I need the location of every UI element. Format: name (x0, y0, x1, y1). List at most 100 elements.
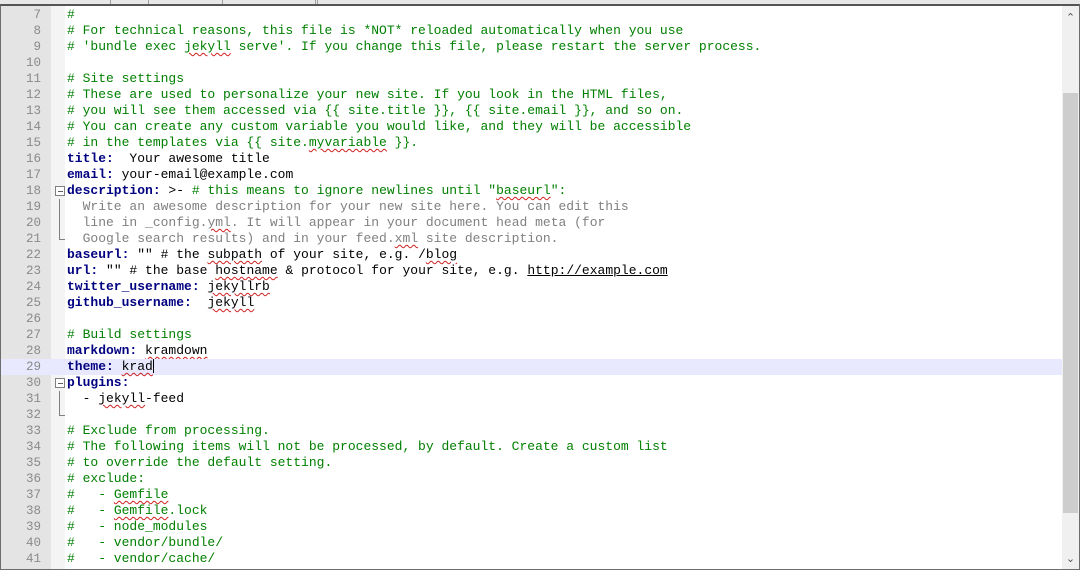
code-line[interactable]: 23 url: "" # the base hostname & protocol… (1, 263, 1065, 279)
code-line[interactable]: 39 # - node_modules (1, 519, 1065, 535)
code-line[interactable]: 41 # - vendor/cache/ (1, 551, 1065, 567)
code-token: of your site, e.g. / (262, 247, 426, 262)
code-line[interactable]: 37 # - Gemfile (1, 487, 1065, 503)
line-number: 18 (25, 184, 41, 198)
code-line[interactable]: 21 Google search results) and in your fe… (1, 231, 1065, 247)
code-line[interactable]: 33 # Exclude from processing. (1, 423, 1065, 439)
code-token: .lock (168, 503, 208, 518)
line-text: # to override the default setting. (67, 455, 332, 471)
misspelled-word: baseurl (496, 183, 551, 198)
line-text: # you will see them accessed via {{ site… (67, 103, 683, 119)
code-token: # You can create any custom variable you… (67, 119, 692, 134)
code-token: # For technical reasons, this file is *N… (67, 23, 684, 38)
code-token: theme: (67, 359, 114, 374)
fold-line-icon (55, 407, 69, 423)
code-token: >- (160, 183, 192, 198)
line-number: 10 (25, 56, 41, 70)
line-number: 38 (25, 504, 41, 518)
code-line[interactable]: 15 # in the templates via {{ site.myvaria… (1, 135, 1065, 151)
line-text: # Exclude from processing. (67, 423, 270, 439)
line-text: # For technical reasons, this file is *N… (67, 23, 683, 39)
code-line[interactable]: 12 # These are used to personalize your n… (1, 87, 1065, 103)
code-token: plugins: (67, 375, 130, 390)
code-token: # you will see them accessed via {{ site… (67, 103, 684, 118)
code-line[interactable]: 36 # exclude: (1, 471, 1065, 487)
line-number: 35 (25, 456, 41, 470)
code-line[interactable]: 14 # You can create any custom variable y… (1, 119, 1065, 135)
code-line[interactable]: 30 plugins: (1, 375, 1065, 391)
code-line[interactable]: 7 # (1, 7, 1065, 23)
code-line[interactable]: 22 baseurl: "" # the subpath of your site… (1, 247, 1065, 263)
line-text: # - Gemfile (67, 487, 168, 503)
line-number: 37 (25, 488, 41, 502)
code-line[interactable]: 11 # Site settings (1, 71, 1065, 87)
code-line[interactable]: 10 (1, 55, 1065, 71)
code-line[interactable]: 8 # For technical reasons, this file is *… (1, 23, 1065, 39)
code-token: github_username: (67, 295, 192, 310)
code-line[interactable]: 32 (1, 407, 1065, 423)
code-line[interactable]: 9 # 'bundle exec jekyll serve'. If you ch… (1, 39, 1065, 55)
code-line[interactable]: 34 # The following items will not be proc… (1, 439, 1065, 455)
line-text: # Build settings (67, 327, 192, 343)
line-text: markdown: kramdown (67, 343, 207, 359)
misspelled-word: blog (425, 247, 458, 262)
code-token: "" # the (129, 247, 208, 262)
line-number: 28 (25, 344, 41, 358)
chevron-up-icon[interactable]: ⌃ (1062, 9, 1079, 26)
vertical-scrollbar[interactable]: ⌃ ⌄ (1062, 6, 1079, 569)
code-editor[interactable]: 7 #8 # For technical reasons, this file is… (0, 4, 1080, 570)
line-text: # - node_modules (67, 519, 207, 535)
misspelled-word: jekyll (207, 295, 255, 310)
code-line[interactable]: 18 description: >- # this means to ignore… (1, 183, 1065, 199)
code-token: # 'bundle exec (67, 39, 185, 54)
code-token: site description. (418, 231, 559, 246)
code-line[interactable]: 35 # to override the default setting. (1, 455, 1065, 471)
misspelled-word: Gemfile (113, 503, 169, 518)
code-token: & protocol for your site, e.g. (277, 263, 528, 278)
line-text: # You can create any custom variable you… (67, 119, 691, 135)
line-text: - jekyll-feed (67, 391, 184, 407)
code-line[interactable]: 13 # you will see them accessed via {{ si… (1, 103, 1065, 119)
editor-lines[interactable]: 7 #8 # For technical reasons, this file is… (1, 7, 1065, 567)
line-text: Write an awesome description for your ne… (67, 199, 629, 215)
code-token: # - (67, 487, 114, 502)
line-text: # - Gemfile.lock (67, 503, 207, 519)
line-number: 11 (25, 72, 41, 86)
line-text: # These are used to personalize your new… (67, 87, 668, 103)
scrollbar-thumb[interactable] (1063, 93, 1078, 513)
line-text: # Site settings (67, 71, 184, 87)
line-number: 25 (25, 296, 41, 310)
code-token: markdown: (67, 343, 138, 358)
code-line[interactable]: 38 # - Gemfile.lock (1, 503, 1065, 519)
line-number: 36 (25, 472, 41, 486)
misspelled-word: hostname (215, 263, 278, 278)
chevron-down-icon[interactable]: ⌄ (1062, 550, 1079, 567)
code-token: Google search results) and in your feed. (67, 231, 395, 246)
text-cursor (152, 359, 154, 373)
code-line[interactable]: 24 twitter_username: jekyllrb (1, 279, 1065, 295)
code-token: serve'. If you change this file, please … (230, 39, 762, 54)
code-token: Your awesome title (113, 151, 270, 166)
code-token: baseurl: (67, 247, 130, 262)
line-text: github_username: jekyll (67, 295, 254, 311)
code-line[interactable]: 16 title: Your awesome title (1, 151, 1065, 167)
url-link[interactable]: http://example.com (527, 263, 667, 278)
line-text: # - vendor/bundle/ (67, 535, 223, 551)
code-line[interactable]: 26 (1, 311, 1065, 327)
code-line[interactable]: 20 line in _config.yml. It will appear i… (1, 215, 1065, 231)
line-number: 22 (25, 248, 41, 262)
line-number: 17 (25, 168, 41, 182)
code-token: # in the templates via {{ site. (67, 135, 309, 150)
code-line[interactable]: 17 email: your-email@example.com (1, 167, 1065, 183)
line-number: 33 (25, 424, 41, 438)
code-line[interactable]: 25 github_username: jekyll (1, 295, 1065, 311)
line-text: url: "" # the base hostname & protocol f… (67, 263, 668, 279)
line-text: email: your-email@example.com (67, 167, 293, 183)
code-line[interactable]: 19 Write an awesome description for your… (1, 199, 1065, 215)
code-line[interactable]: 40 # - vendor/bundle/ (1, 535, 1065, 551)
code-line[interactable]: 31 - jekyll-feed (1, 391, 1065, 407)
code-line[interactable]: 27 # Build settings (1, 327, 1065, 343)
code-line[interactable]: 29 theme: krad (1, 359, 1065, 375)
line-text: title: Your awesome title (67, 151, 270, 167)
code-line[interactable]: 28 markdown: kramdown (1, 343, 1065, 359)
